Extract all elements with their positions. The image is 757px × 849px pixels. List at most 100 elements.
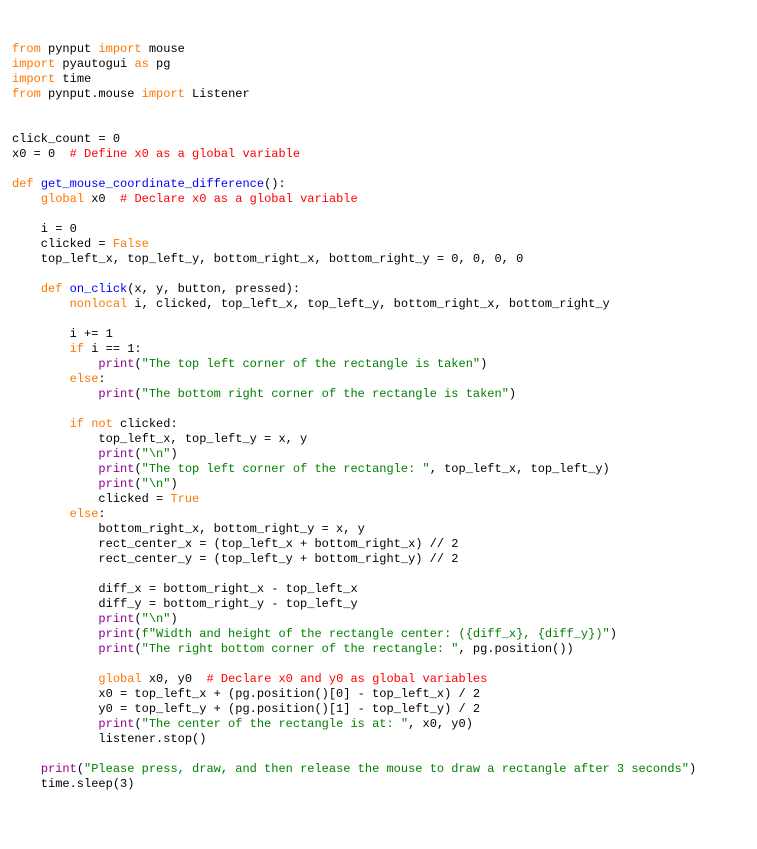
code-token [12,417,70,431]
code-token: x0, y0 [142,672,207,686]
code-token: "The right bottom corner of the rectangl… [142,642,459,656]
code-token: print [41,762,77,776]
code-token: , x0, y0) [408,717,473,731]
code-token: bottom_right_x, bottom_right_y = x, y [12,522,365,536]
code-token: not [91,417,113,431]
code-token: "The center of the rectangle is at: " [142,717,408,731]
code-token: if [70,342,84,356]
code-token: y0 = top_left_y + (pg.position()[1] - to… [12,702,480,716]
code-token: pyautogui [55,57,134,71]
code-token: diff_x = bottom_right_x - top_left_x [12,582,358,596]
code-token: : [98,507,105,521]
code-token: print [98,357,134,371]
code-token: from [12,42,41,56]
code-token: pynput.mouse [41,87,142,101]
code-token: (x, y, button, pressed): [127,282,300,296]
code-token: clicked: [113,417,178,431]
code-token: ( [77,762,84,776]
code-token: nonlocal [70,297,128,311]
code-token: pg [149,57,171,71]
code-token [12,762,41,776]
code-token: else [70,372,99,386]
code-token [12,357,98,371]
code-token: # Declare x0 as a global variable [120,192,358,206]
code-token: # Define x0 as a global variable [70,147,300,161]
code-token: import [142,87,185,101]
code-token: get_mouse_coordinate_difference [41,177,264,191]
code-token: (): [264,177,286,191]
code-block: from pynput import mouse import pyautogu… [12,42,745,792]
code-token: listener.stop() [12,732,206,746]
code-token [12,342,70,356]
code-token [12,447,98,461]
code-token: global [41,192,84,206]
code-token: i == 1: [84,342,142,356]
code-token: import [12,57,55,71]
code-token: ( [134,642,141,656]
code-token: : [98,372,105,386]
code-token [12,612,98,626]
code-token: print [98,477,134,491]
code-token [62,282,69,296]
code-token: ( [134,357,141,371]
code-token [12,507,70,521]
code-token: ) [170,477,177,491]
code-token: ( [134,477,141,491]
code-token: ( [134,387,141,401]
code-token: print [98,387,134,401]
code-token: Listener [185,87,250,101]
code-token: time.sleep(3) [12,777,134,791]
code-token: global [98,672,141,686]
code-token: rect_center_x = (top_left_x + bottom_rig… [12,537,458,551]
code-token: False [113,237,149,251]
code-token: "The top left corner of the rectangle: " [142,462,430,476]
code-token: "Please press, draw, and then release th… [84,762,689,776]
code-token: i += 1 [12,327,113,341]
code-token: diff_y = bottom_right_y - top_left_y [12,597,358,611]
code-token: print [98,627,134,641]
code-token: ( [134,462,141,476]
code-token [12,672,98,686]
code-token: x0 [84,192,120,206]
code-token: as [134,57,148,71]
code-token: ) [170,447,177,461]
code-token [12,297,70,311]
code-token: f"Width and height of the rectangle cent… [142,627,610,641]
code-token [12,642,98,656]
code-token: ) [509,387,516,401]
code-token: print [98,642,134,656]
code-token: "The top left corner of the rectangle is… [142,357,480,371]
code-token: ( [134,627,141,641]
code-token [12,372,70,386]
code-token: top_left_x, top_left_y = x, y [12,432,307,446]
code-token: , pg.position()) [459,642,574,656]
code-token: i = 0 [12,222,77,236]
code-token: clicked = [12,492,170,506]
code-token [12,627,98,641]
code-token [12,282,41,296]
code-token: ( [134,447,141,461]
code-token: ( [134,717,141,731]
code-token: print [98,717,134,731]
code-token: rect_center_y = (top_left_y + bottom_rig… [12,552,458,566]
code-token: import [12,72,55,86]
code-token: "\n" [142,477,171,491]
code-token [34,177,41,191]
code-token: ( [134,612,141,626]
code-token [12,387,98,401]
code-token: on_click [70,282,128,296]
code-token: if [70,417,84,431]
code-token: time [55,72,91,86]
code-token: import [98,42,141,56]
code-token: ) [610,627,617,641]
code-token: else [70,507,99,521]
code-token: print [98,447,134,461]
code-token: "\n" [142,612,171,626]
code-token: ) [480,357,487,371]
code-token: x0 = 0 [12,147,70,161]
code-token: def [41,282,63,296]
code-token: from [12,87,41,101]
code-token: def [12,177,34,191]
code-token: print [98,612,134,626]
code-token [12,462,98,476]
